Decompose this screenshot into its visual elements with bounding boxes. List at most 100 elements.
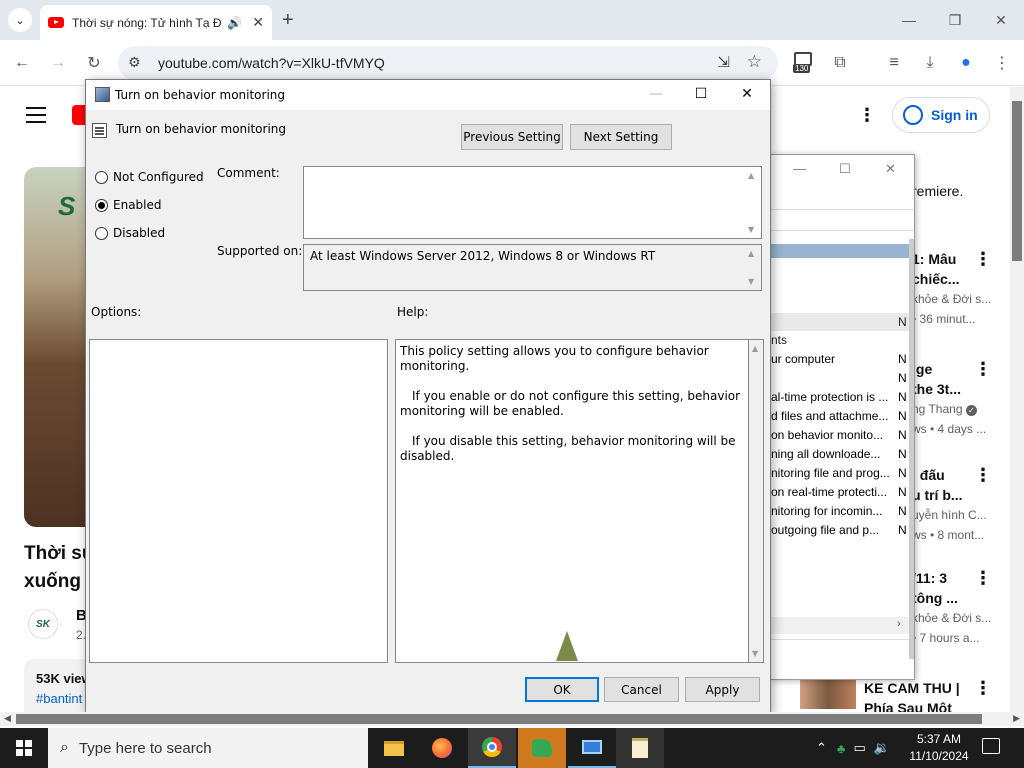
radio-circle[interactable] <box>95 170 108 184</box>
reload-icon[interactable]: ↻ <box>82 51 106 75</box>
scroll-left-icon[interactable]: ◀ <box>4 713 11 724</box>
group-policy-editor-window[interactable]: — ☐ ✕ N nts ur computer N N al-time prote… <box>770 154 915 680</box>
radio-circle[interactable] <box>95 226 108 240</box>
download-icon[interactable]: ⤓ <box>918 51 942 75</box>
notification-icon[interactable] <box>982 738 1000 754</box>
rec-thumbnail[interactable] <box>800 679 856 709</box>
windows-taskbar: ⌕ Type here to search ⌃ ♣ ▭ 🔉 5:37 AM 11… <box>0 728 1024 768</box>
comment-scrollbar[interactable]: ▲ ▼ <box>744 167 761 238</box>
recommended-item[interactable]: 1: Mâu chiếc... khỏe & Đời s... • 36 min… <box>912 249 1007 329</box>
rec-more-icon[interactable]: ⋮ <box>974 678 992 699</box>
next-setting-button[interactable]: Next Setting <box>570 124 672 150</box>
notepad-icon[interactable] <box>616 728 664 768</box>
firefox-icon[interactable] <box>418 728 466 768</box>
forward-icon[interactable]: → <box>46 51 70 75</box>
media-controls-icon[interactable]: ≡ <box>882 51 906 75</box>
gp-policy-row[interactable]: al-time protection is ... N <box>771 390 914 409</box>
tab-search-chevron-down-icon[interactable]: ⌄ <box>8 8 32 32</box>
channel-avatar[interactable]: SK <box>28 609 58 639</box>
restore-icon[interactable]: ❐ <box>932 0 978 40</box>
gp-policy-row[interactable]: on real-time protecti... N <box>771 485 914 504</box>
taskbar-search-box[interactable]: ⌕ Type here to search <box>48 728 368 768</box>
gp-selected-row[interactable] <box>771 244 909 258</box>
dialog-maximize-icon[interactable]: ☐ <box>686 84 716 104</box>
rec-more-icon[interactable]: ⋮ <box>974 568 992 589</box>
dialog-minimize-icon[interactable]: — <box>641 84 671 104</box>
site-info-icon[interactable]: ⚙ <box>128 54 141 71</box>
install-icon[interactable]: ⇲ <box>717 53 730 71</box>
supported-scrollbar[interactable]: ▲ ▼ <box>744 245 761 290</box>
recommended-item[interactable]: ige the 3t... ng Thang ✓ ws • 4 days ...… <box>912 359 1007 439</box>
apply-button[interactable]: Apply <box>685 677 760 702</box>
tab-close-icon[interactable]: ✕ <box>252 14 264 31</box>
audio-icon[interactable]: 🔊 <box>227 16 242 30</box>
rec-more-icon[interactable]: ⋮ <box>974 249 992 270</box>
gp-policy-row[interactable]: d files and attachme... N <box>771 409 914 428</box>
minimize-icon[interactable]: — <box>886 0 932 40</box>
gp-policy-row[interactable]: nitoring file and prog... N <box>771 466 914 485</box>
file-explorer-icon[interactable] <box>370 728 418 768</box>
menu-hamburger-icon[interactable] <box>26 107 46 128</box>
profile-icon[interactable]: ● <box>954 51 978 75</box>
recommended-item[interactable]: KE CAM THU | Phía Sau Một ⋮ <box>864 678 992 712</box>
back-icon[interactable]: ← <box>10 51 34 75</box>
radio-not-configured[interactable]: Not Configured <box>95 170 204 184</box>
recommended-item[interactable]: ì đấu u trí b... uyễn hình C... ws • 8 m… <box>912 465 1007 545</box>
help-panel[interactable]: This policy setting allows you to config… <box>395 339 749 663</box>
radio-label: Disabled <box>113 226 166 240</box>
scroll-right-icon[interactable]: ▶ <box>1013 713 1020 724</box>
close-window-icon[interactable]: ✕ <box>978 0 1024 40</box>
address-bar[interactable]: ⚙ youtube.com/watch?v=XlkU-tfVMYQ ⇲ ☆ <box>118 46 778 80</box>
gp-editor-icon[interactable] <box>518 728 566 768</box>
gp-policy-row[interactable]: outgoing file and p... N <box>771 523 914 542</box>
description-box[interactable]: 53K view #bantint <box>24 659 94 712</box>
tray-chevron-up-icon[interactable]: ⌃ <box>816 740 827 756</box>
start-button[interactable] <box>0 728 48 768</box>
browser-tab[interactable]: Thời sự nóng: Tử hình Tạ Đ 🔊 ✕ <box>40 5 272 40</box>
network-icon[interactable]: ▭ <box>853 740 865 756</box>
new-tab-plus-icon[interactable]: + <box>282 9 294 32</box>
cancel-button[interactable]: Cancel <box>604 677 679 702</box>
remote-desktop-icon[interactable] <box>568 728 616 768</box>
gp-policy-row[interactable]: ur computer N <box>771 352 914 371</box>
url-text[interactable]: youtube.com/watch?v=XlkU-tfVMYQ <box>158 55 385 71</box>
radio-circle-selected[interactable] <box>95 198 108 212</box>
scroll-thumb[interactable] <box>16 714 982 724</box>
puzzle-extensions-icon[interactable]: ⧉ <box>828 51 852 75</box>
dialog-close-icon[interactable]: ✕ <box>732 84 762 104</box>
more-vert-icon[interactable]: ⋮ <box>990 51 1014 75</box>
sign-in-button[interactable]: Sign in <box>892 97 990 133</box>
gp-minimize-icon[interactable]: — <box>793 161 806 176</box>
video-player[interactable]: S <box>24 167 94 527</box>
previous-setting-button[interactable]: Previous Setting <box>461 124 563 150</box>
ok-button[interactable]: OK <box>525 677 599 702</box>
gp-horizontal-scrollbar[interactable]: › <box>771 617 909 634</box>
tray-app-icon[interactable]: ♣ <box>837 741 846 756</box>
rec-more-icon[interactable]: ⋮ <box>974 465 992 486</box>
rec-title: Phía Sau Một <box>864 700 952 712</box>
radio-enabled[interactable]: Enabled <box>95 198 162 212</box>
gp-policy-row[interactable]: N <box>771 371 914 390</box>
comment-textarea[interactable]: ▲ ▼ <box>303 166 762 239</box>
taskbar-clock[interactable]: 5:37 AM 11/10/2024 <box>904 731 974 765</box>
browser-window-controls: — ❐ ✕ <box>886 0 1024 40</box>
gp-policy-row[interactable]: ning all downloade... N <box>771 447 914 466</box>
chrome-icon[interactable] <box>468 728 516 768</box>
gp-policy-row[interactable]: nitoring for incomin... N <box>771 504 914 523</box>
gp-maximize-icon[interactable]: ☐ <box>839 161 851 177</box>
search-placeholder[interactable]: Type here to search <box>79 740 212 757</box>
dialog-titlebar[interactable]: Turn on behavior monitoring — ☐ ✕ <box>86 80 770 110</box>
calendar-extension-icon[interactable]: 130 <box>793 52 814 74</box>
page-horizontal-scrollbar[interactable]: ◀ ▶ <box>0 712 1024 726</box>
youtube-more-icon[interactable]: ⋮ <box>858 105 876 126</box>
help-scrollbar[interactable]: ▲ ▼ <box>749 339 764 663</box>
radio-disabled[interactable]: Disabled <box>95 226 165 240</box>
page-vertical-scrollbar[interactable] <box>1010 87 1024 712</box>
rec-more-icon[interactable]: ⋮ <box>974 359 992 380</box>
gp-policy-row[interactable]: on behavior monito... N <box>771 428 914 447</box>
bookmark-star-icon[interactable]: ☆ <box>747 52 762 72</box>
volume-icon[interactable]: 🔉 <box>874 740 890 756</box>
recommended-item[interactable]: /11: 3 tông ... khỏe & Đời s... • 7 hour… <box>912 568 1007 648</box>
gp-close-icon[interactable]: ✕ <box>885 161 896 177</box>
hashtag-link[interactable]: #bantint <box>36 691 82 706</box>
